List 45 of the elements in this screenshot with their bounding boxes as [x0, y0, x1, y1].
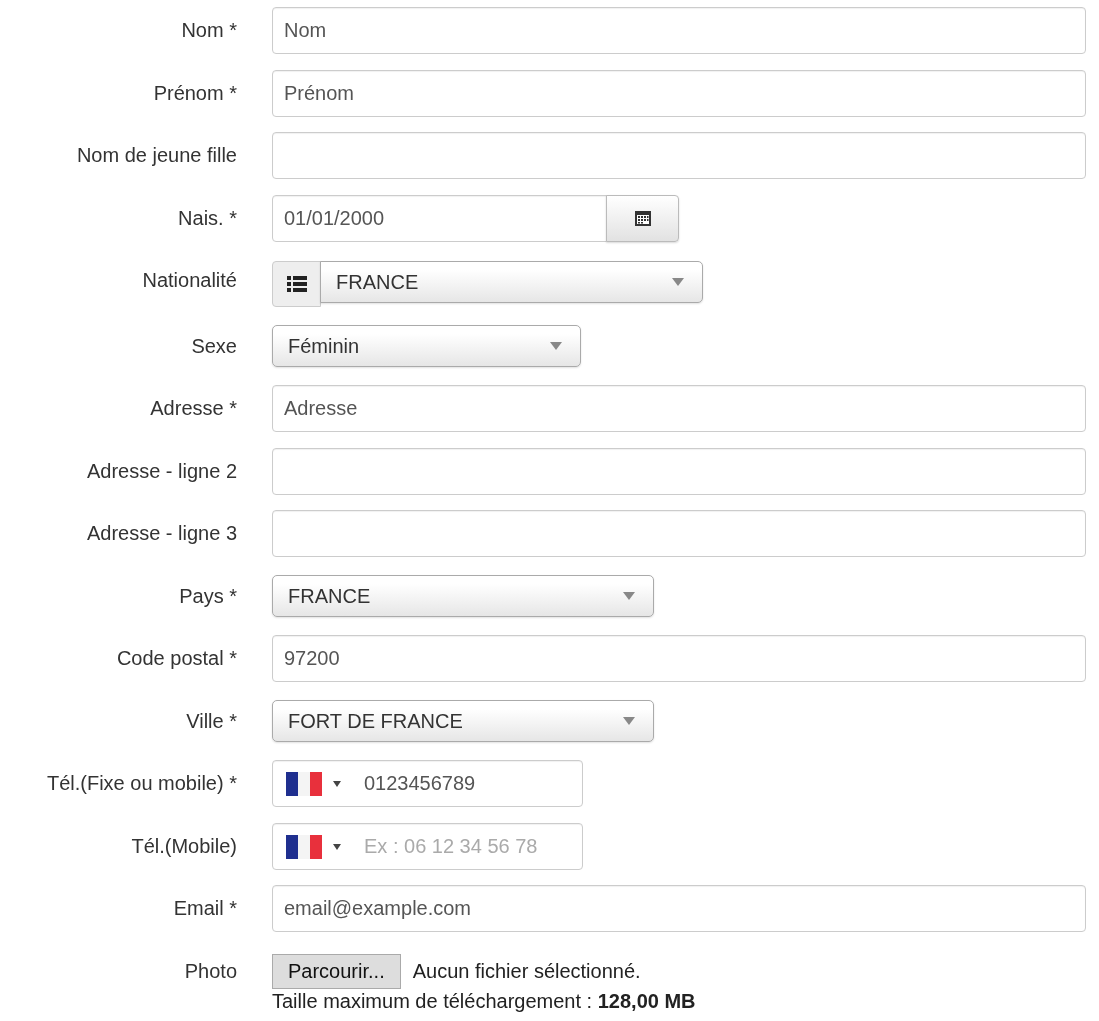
field-label: Sexe	[190, 333, 237, 359]
field-label: Adresse - ligne 3	[85, 521, 237, 546]
phone-field[interactable]: 0123456789	[272, 760, 583, 807]
dropdown[interactable]: Féminin	[272, 325, 581, 367]
field-label: Adresse *	[149, 396, 237, 421]
dropdown[interactable]: FRANCE	[272, 575, 654, 617]
calendar-button[interactable]	[606, 194, 679, 242]
text-field[interactable]: email@example.com	[272, 885, 1086, 932]
caret-icon	[672, 278, 684, 286]
field-label: Nom *	[180, 18, 237, 43]
text-field[interactable]	[272, 447, 1086, 495]
field-label: Prénom *	[152, 80, 237, 106]
field-label: Nais. *	[177, 205, 237, 231]
browse-button[interactable]: Parcourir...	[272, 953, 401, 989]
file-status: Aucun fichier sélectionné.	[412, 959, 641, 983]
field-label: Email *	[172, 896, 237, 921]
text-field[interactable]	[272, 510, 1086, 557]
list-icon	[286, 276, 307, 292]
flag-icon	[286, 772, 322, 796]
field-label: Pays *	[178, 583, 237, 609]
dropdown[interactable]: FORT DE FRANCE	[272, 700, 654, 742]
help-text: Taille maximum de téléchargement : 128,00 MB	[272, 989, 696, 1013]
field-label: Nationalité	[141, 268, 237, 293]
caret-icon	[623, 717, 635, 725]
caret-icon	[550, 342, 562, 350]
text-field[interactable]: Nom	[272, 7, 1086, 54]
date-field[interactable]: 01/01/2000	[272, 194, 607, 242]
text-field[interactable]: Adresse	[272, 385, 1086, 432]
field-label: Nom de jeune fille	[75, 143, 237, 168]
phone-field[interactable]: Ex : 06 12 34 56 78	[272, 822, 583, 870]
calendar-icon	[634, 210, 651, 226]
dropdown[interactable]: FRANCE	[320, 261, 703, 303]
field-label: Photo	[183, 958, 237, 984]
field-label: Code postal *	[115, 646, 237, 671]
caret-icon	[333, 781, 341, 787]
text-field[interactable]: Prénom	[272, 69, 1086, 117]
field-label: Ville *	[185, 708, 237, 734]
field-label: Adresse - ligne 2	[85, 458, 237, 484]
text-field[interactable]	[272, 132, 1086, 179]
caret-icon	[623, 592, 635, 600]
field-label: Tél.(Mobile)	[130, 833, 237, 859]
field-label: Tél.(Fixe ou mobile) *	[45, 771, 237, 796]
text-field[interactable]: 97200	[272, 635, 1086, 682]
flag-icon	[286, 834, 322, 859]
caret-icon	[333, 843, 341, 850]
